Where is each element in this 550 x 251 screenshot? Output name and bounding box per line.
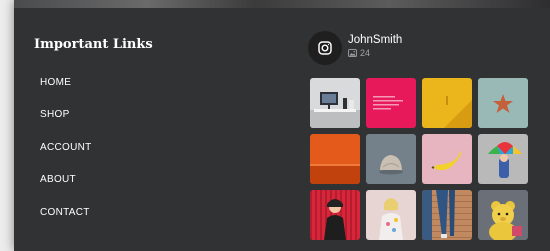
photo-jeans[interactable] bbox=[422, 190, 472, 240]
instagram-username[interactable]: JohnSmith bbox=[348, 34, 402, 46]
instagram-photo-grid bbox=[310, 78, 528, 240]
photo-woman-sweater[interactable] bbox=[366, 190, 416, 240]
instagram-icon[interactable] bbox=[308, 31, 342, 65]
post-count-value: 24 bbox=[360, 48, 371, 58]
links-item: ACCOUNT bbox=[40, 131, 190, 164]
instagram-post-count: 24 bbox=[348, 48, 370, 58]
photo-desk-setup[interactable] bbox=[310, 78, 360, 128]
photo-sea-urchin[interactable] bbox=[366, 134, 416, 184]
link-about[interactable]: ABOUT bbox=[40, 174, 76, 185]
photo-woman-red-wall[interactable] bbox=[310, 190, 360, 240]
hero-image-strip bbox=[14, 0, 550, 8]
link-shop[interactable]: SHOP bbox=[40, 109, 70, 120]
photo-yellow-wall[interactable] bbox=[422, 78, 472, 128]
link-contact[interactable]: CONTACT bbox=[40, 207, 90, 218]
links-item: ABOUT bbox=[40, 164, 190, 197]
photo-orange-wall[interactable] bbox=[310, 134, 360, 184]
links-item: CONTACT bbox=[40, 196, 190, 229]
links-title: Important Links bbox=[34, 37, 153, 52]
photo-starfish[interactable] bbox=[478, 78, 528, 128]
footer: Important Links HOME SHOP ACCOUNT ABOUT … bbox=[14, 0, 550, 251]
photo-umbrella[interactable] bbox=[478, 134, 528, 184]
image-icon bbox=[348, 49, 357, 57]
link-account[interactable]: ACCOUNT bbox=[40, 142, 92, 153]
link-home[interactable]: HOME bbox=[40, 77, 71, 88]
photo-banana[interactable] bbox=[422, 134, 472, 184]
photo-pink-card[interactable] bbox=[366, 78, 416, 128]
photo-plush-toy[interactable] bbox=[478, 190, 528, 240]
links-list: HOME SHOP ACCOUNT ABOUT CONTACT bbox=[40, 66, 190, 229]
links-item: SHOP bbox=[40, 99, 190, 132]
links-item: HOME bbox=[40, 66, 190, 99]
